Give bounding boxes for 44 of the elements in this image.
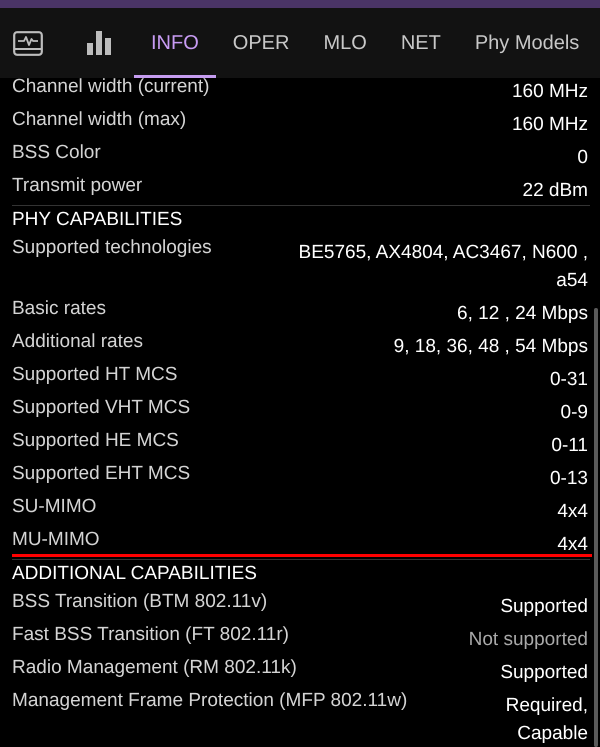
- property-value: 160 MHz: [512, 80, 588, 104]
- property-label: BSS Color: [12, 141, 101, 165]
- property-label: Fast BSS Transition (FT 802.11r): [12, 623, 290, 647]
- bar-chart-icon: [87, 31, 111, 55]
- property-label: SU-MIMO: [12, 495, 96, 519]
- property-label: MU-MIMO: [12, 528, 100, 552]
- property-label: Radio Management (RM 802.11k): [12, 656, 297, 680]
- property-value: 160 MHz: [512, 113, 588, 137]
- property-label: Transmit power: [12, 174, 142, 198]
- property-label: Supported technologies: [12, 236, 212, 260]
- property-value: 0: [577, 146, 588, 170]
- tab[interactable]: Phy Models: [458, 8, 596, 78]
- property-label: Supported HE MCS: [12, 429, 179, 453]
- property-value: 4x4: [557, 533, 588, 557]
- property-label: Supported VHT MCS: [12, 396, 190, 420]
- property-value: Supported: [500, 661, 588, 685]
- property-label: Additional rates: [12, 330, 143, 354]
- property-value: Supported: [500, 595, 588, 619]
- property-value: 6, 12 , 24 Mbps: [457, 302, 588, 326]
- property-label: Supported EHT MCS: [12, 462, 190, 486]
- property-value: 0-13: [550, 467, 588, 491]
- property-value: Not supported: [468, 628, 588, 652]
- property-label: BSS Transition (BTM 802.11v): [12, 590, 268, 614]
- property-label: Management Frame Protection (MFP 802.11w): [12, 689, 408, 713]
- tab[interactable]: NET: [384, 8, 458, 78]
- pulse-monitor-icon: [13, 30, 43, 56]
- property-value: 22 dBm: [522, 179, 588, 203]
- property-label: Channel width (current): [12, 78, 210, 99]
- tab[interactable]: OPER: [216, 8, 306, 78]
- property-value: 0-31: [550, 368, 588, 392]
- section-heading: ADDITIONAL CAPABILITIES: [12, 562, 258, 586]
- section-heading: PHY CAPABILITIES: [12, 208, 184, 232]
- property-value: 0-11: [551, 434, 588, 458]
- property-value: 9, 18, 36, 48 , 54 Mbps: [394, 335, 588, 359]
- tab[interactable]: INFO: [134, 8, 216, 78]
- scrollbar-thumb[interactable]: [594, 308, 598, 747]
- property-value: 4x4: [557, 500, 588, 524]
- property-label: Channel width (max): [12, 108, 186, 132]
- property-value: BE5765, AX4804, AC3467, N600 , a54: [298, 241, 588, 293]
- property-value: 0-9: [560, 401, 588, 425]
- property-label: Supported HT MCS: [12, 363, 178, 387]
- property-label: Basic rates: [12, 297, 106, 321]
- property-value: Required, Capable: [504, 694, 588, 746]
- tab[interactable]: MLO: [306, 8, 384, 78]
